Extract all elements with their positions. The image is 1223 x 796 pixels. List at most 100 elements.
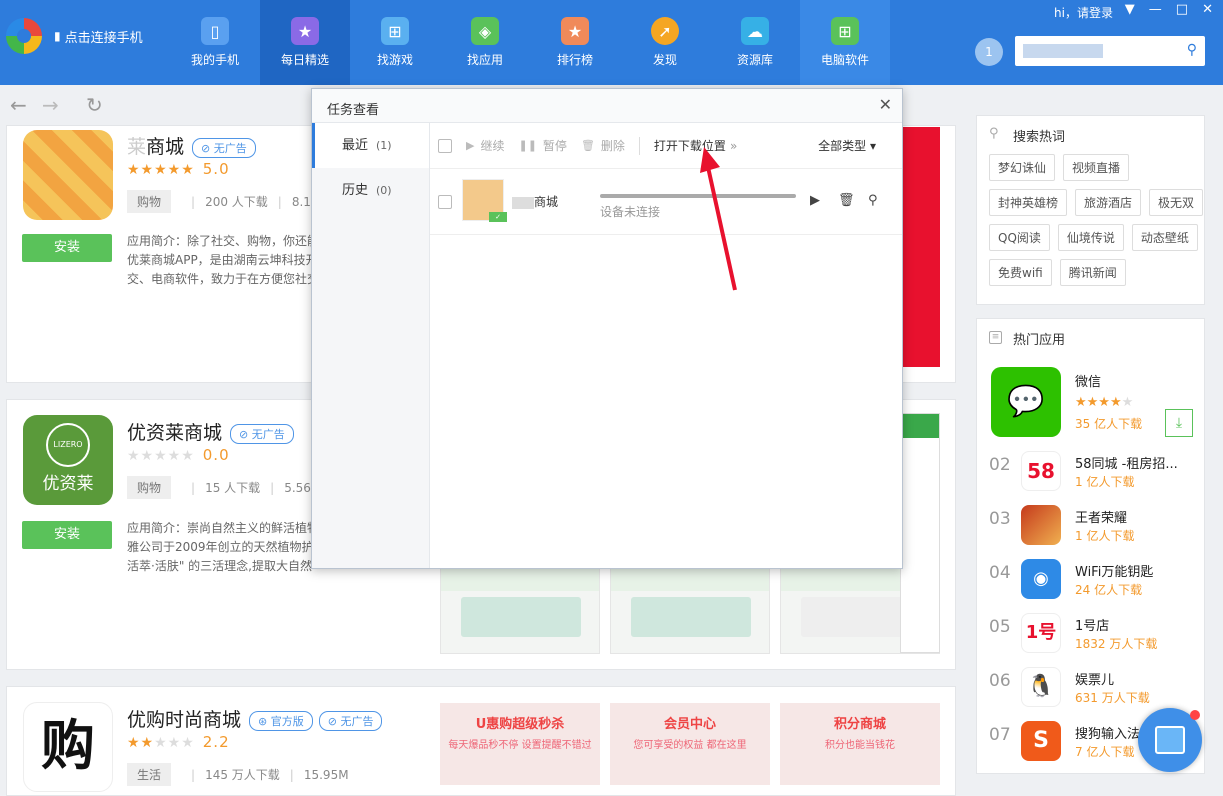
hot-app-item[interactable]: 04 ◉ WiFi万能钥匙 24 亿人下载 (989, 559, 1199, 609)
badge-label: 无广告 (213, 141, 247, 155)
hot-app-rank: 04 (989, 563, 1011, 583)
app-screenshot-green[interactable] (900, 413, 940, 653)
rating-stars: ★★★★★ 2.2 (127, 733, 230, 751)
hot-tag[interactable]: 仙境传说 (1057, 224, 1124, 251)
hot-tag[interactable]: 动态壁纸 (1131, 224, 1198, 251)
trash-icon[interactable]: 🗑 (838, 193, 855, 208)
apk-badge-icon: ✓ (489, 212, 507, 222)
list-icon: ≡ (989, 331, 1002, 344)
hot-tag[interactable]: 免费wifi (989, 259, 1052, 286)
category-tag[interactable]: 生活 (127, 763, 172, 786)
app-name[interactable]: 优购时尚商城 ⊛ 官方版 ⊘ 无广告 (127, 705, 383, 732)
select-all-checkbox[interactable] (438, 138, 452, 153)
star-icons: ★★★★★ (127, 162, 195, 178)
delete-button[interactable]: 🗑 删除 (581, 137, 625, 154)
nav-tab-pc-software[interactable]: ⊞ 电脑软件 (800, 0, 890, 85)
hot-app-name: 娱票儿 (1075, 673, 1115, 688)
hot-app-downloads: 1832 万人下载 (1075, 637, 1158, 651)
minimize-icon[interactable]: — (1149, 2, 1162, 17)
phone-small-icon: ▮ (54, 29, 61, 43)
hot-apps-title: 热门应用 (1013, 333, 1066, 348)
app-name[interactable]: 莱商城 ⊘ 无广告 (127, 132, 256, 159)
pause-button[interactable]: ❚❚ 暂停 (518, 137, 566, 154)
gift-floating-button[interactable] (1138, 708, 1202, 772)
login-link[interactable]: hi，请登录 (1054, 4, 1113, 21)
hot-apps-panel: ≡ 热门应用 💬 微信 ★★★★★ 35 亿人下载 ⤓ 02 58 58同城 -租房… (976, 318, 1205, 774)
open-location-button[interactable]: 打开下载位置» (654, 137, 737, 154)
hot-tag[interactable]: 旅游酒店 (1075, 189, 1142, 216)
download-task-row[interactable]: ✓ 商城 设备未连接 ▶ 🗑 ⚲ (430, 169, 902, 235)
connect-phone[interactable]: ▮ 点击连接手机 (6, 18, 143, 54)
hot-tag[interactable]: 极无双 (1149, 189, 1204, 216)
nav-tab-games[interactable]: ⊞ 找游戏 (350, 0, 440, 85)
task-progress-bar (600, 194, 796, 198)
app-name[interactable]: 优资莱商城 ⊘ 无广告 (127, 418, 294, 445)
install-button[interactable]: 安装 (22, 521, 112, 549)
refresh-icon[interactable]: ↻ (86, 93, 103, 117)
notification-badge[interactable]: 1 (975, 38, 1003, 66)
nav-tab-my-phone[interactable]: ▯ 我的手机 (170, 0, 260, 85)
hot-app-downloads: 35 亿人下载 (1075, 417, 1143, 431)
download-icon[interactable]: ⤓ (1165, 409, 1193, 437)
menu-dropdown-icon[interactable]: ▼ (1125, 2, 1135, 17)
app-name-text: 商城 (146, 136, 185, 158)
toolbar-divider (638, 136, 640, 155)
search-icon[interactable]: ⚲ (868, 193, 878, 208)
tab-recent[interactable]: 最近 (1) (312, 123, 429, 168)
promo-screenshot[interactable]: 会员中心 您可享受的权益 都在这里 (610, 703, 770, 785)
resume-button[interactable]: ▶ 继续 (466, 137, 504, 154)
tab-history[interactable]: 历史 (0) (312, 168, 429, 213)
search-input[interactable]: ⚲ (1015, 36, 1205, 66)
close-icon[interactable]: ✕ (879, 95, 892, 114)
nav-tab-label: 我的手机 (190, 53, 239, 67)
nav-tab-apps[interactable]: ◈ 找应用 (440, 0, 530, 85)
app-meta: 购物|200 人下载|8.18M (127, 190, 329, 213)
rating-stars: ★★★★★ 5.0 (127, 160, 230, 178)
badge-label: 官方版 (270, 714, 304, 728)
task-checkbox[interactable] (438, 195, 452, 209)
back-arrow-icon[interactable]: ← (10, 93, 27, 117)
hot-tag[interactable]: QQ阅读 (989, 224, 1050, 251)
hot-tag[interactable]: 封神英雄榜 (989, 189, 1068, 216)
install-button[interactable]: 安装 (22, 234, 112, 262)
nav-tab-label: 资源库 (736, 53, 773, 67)
play-icon[interactable]: ▶ (810, 193, 820, 208)
hot-tag[interactable]: 腾讯新闻 (1059, 259, 1126, 286)
nav-tab-resources[interactable]: ☁ 资源库 (710, 0, 800, 85)
nav-tab-ranking[interactable]: ★ 排行榜 (530, 0, 620, 85)
hot-tag[interactable]: 视频直播 (1063, 154, 1130, 181)
penguin-icon: 🐧 (1021, 667, 1061, 707)
hot-app-item[interactable]: 02 58 58同城 -租房招... 1 亿人下载 (989, 451, 1199, 501)
yihaodian-icon: 1号 (1021, 613, 1061, 653)
app-intro: 应用简介：崇尚自然主义的鲜活植物雅公司于2009年创立的天然植物护·活萃·活肤"… (127, 521, 320, 573)
category-tag[interactable]: 购物 (127, 190, 172, 213)
hot-app-item[interactable]: 💬 微信 ★★★★★ 35 亿人下载 ⤓ (989, 367, 1199, 439)
app-name-text: 优资莱商城 (127, 422, 223, 444)
forward-arrow-icon[interactable]: → (42, 93, 59, 117)
promo-sub: 每天爆品秒不停 设置提醒不错过 (448, 740, 592, 751)
rating-score: 0.0 (202, 446, 230, 464)
hot-app-item[interactable]: 03 王者荣耀 1 亿人下载 (989, 505, 1199, 555)
app-screenshot-red[interactable] (900, 127, 940, 367)
maximize-icon[interactable]: □ (1176, 2, 1188, 17)
cloud-icon: ☁ (741, 17, 769, 45)
calendar-star-icon: ★ (291, 17, 319, 45)
resume-label: 继续 (480, 139, 505, 153)
play-icon: ▶ (466, 139, 475, 152)
promo-screenshot[interactable]: 积分商城 积分也能当钱花 (780, 703, 940, 785)
nav-tab-discover[interactable]: ➚ 发现 (620, 0, 710, 85)
promo-screenshot[interactable]: U惠购超级秒杀每天爆品秒不停 设置提醒不错过 (440, 703, 600, 785)
search-icon[interactable]: ⚲ (1187, 42, 1197, 58)
hot-tag[interactable]: 梦幻诛仙 (989, 154, 1056, 181)
hot-app-item[interactable]: 05 1号 1号店 1832 万人下载 (989, 613, 1199, 663)
hot-app-rank: 07 (989, 725, 1011, 745)
promo-title: U惠购超级秒杀 (475, 717, 565, 732)
category-tag[interactable]: 购物 (127, 476, 172, 499)
app-screenshot[interactable] (440, 568, 600, 654)
rating-score: 5.0 (202, 160, 230, 178)
nav-tab-daily[interactable]: ★ 每日精选 (260, 0, 350, 85)
all-types-dropdown[interactable]: 全部类型 ▾ (818, 137, 876, 154)
app-screenshot[interactable] (610, 568, 770, 654)
star-icons: ★★ (127, 735, 155, 751)
close-icon[interactable]: ✕ (1202, 2, 1213, 17)
